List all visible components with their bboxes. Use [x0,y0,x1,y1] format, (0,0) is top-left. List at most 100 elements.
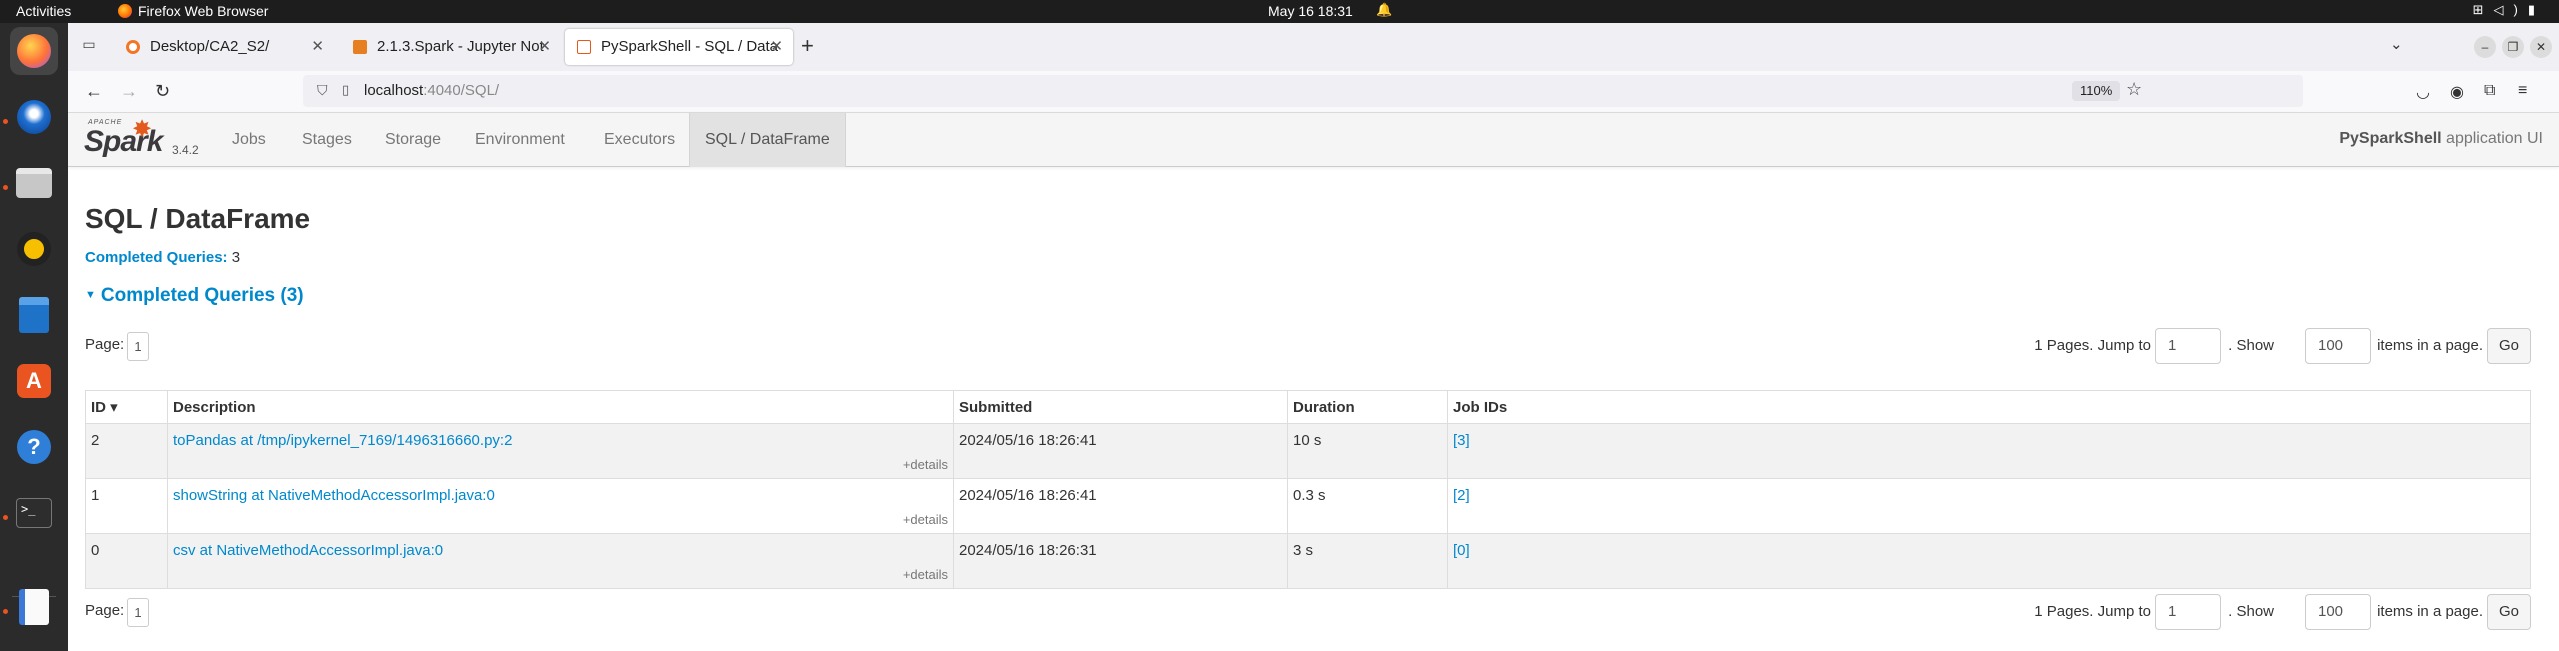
col-job-ids[interactable]: Job IDs [1447,390,2531,424]
extensions-icon[interactable]: ⧉ [2484,82,2495,100]
battery-icon: ▮ [2527,2,2545,17]
close-tab-icon[interactable]: ✕ [770,37,783,55]
cell-description: csv at NativeMethodAccessorImpl.java:0 +d… [167,533,954,589]
close-window-icon[interactable]: ✕ [2530,36,2552,58]
tab-jupyter-notebook[interactable]: 2.1.3.Spark - Jupyter Not ✕ [341,29,561,65]
clock[interactable]: May 16 18:31 [1268,3,1353,19]
notification-bell-icon: 🔔 [1376,2,1393,17]
cell-duration: 3 s [1287,533,1448,589]
close-tab-icon[interactable]: ✕ [538,37,551,55]
job-id-link[interactable]: [0] [1453,542,1470,559]
close-tab-icon[interactable]: ✕ [311,37,324,55]
network-icon: ⊞ [2472,2,2494,17]
zoom-level[interactable]: 110% [2072,81,2121,101]
tab-pysparkshell[interactable]: PySparkShell - SQL / Data ✕ [565,29,793,65]
col-submitted[interactable]: Submitted [953,390,1288,424]
app-center-dock-icon[interactable]: A [10,357,58,405]
bookmark-star-icon[interactable]: ☆ [2126,79,2142,100]
cell-job-ids: [3] [1447,423,2531,479]
files-dock-icon[interactable] [10,159,58,207]
rhythmbox-icon [17,232,51,266]
page-size-input[interactable]: 100 [2305,594,2371,630]
tab-desktop[interactable]: Desktop/CA2_S2/ ✕ [114,29,334,65]
col-description[interactable]: Description [167,390,954,424]
col-duration[interactable]: Duration [1287,390,1448,424]
firefox-view-icon[interactable]: ▭ [78,36,100,58]
files-icon [16,168,52,198]
notebook-favicon-icon [353,40,367,54]
new-tab-icon[interactable]: + [801,33,814,59]
page-info-icon[interactable]: ▯ [342,82,349,98]
details-toggle[interactable]: +details [903,567,948,582]
page-size-input[interactable]: 100 [2305,328,2371,364]
cell-job-ids: [2] [1447,478,2531,534]
page-number-button[interactable]: 1 [127,598,149,627]
job-id-link[interactable]: [2] [1453,487,1470,504]
tracking-shield-icon[interactable]: ⛉ [317,82,328,99]
col-id[interactable]: ID ▾ [85,390,168,424]
activities-button[interactable]: Activities [16,3,71,19]
description-link[interactable]: showString at NativeMethodAccessorImpl.j… [173,487,495,504]
jump-to-input[interactable]: 1 [2155,594,2221,630]
firefox-icon [17,34,51,68]
writer-dock-icon[interactable] [10,291,58,339]
jump-to-input[interactable]: 1 [2155,328,2221,364]
account-icon[interactable]: ◉ [2450,82,2464,102]
spark-logo[interactable]: APACHE Spark ✸ [84,116,174,163]
pocket-icon[interactable]: ◡ [2416,82,2430,102]
reload-icon[interactable]: ↻ [155,81,170,102]
go-button[interactable]: Go [2487,594,2531,630]
help-dock-icon[interactable]: ? [10,423,58,471]
nav-jobs[interactable]: Jobs [217,113,281,167]
pager-bottom: Page: 1 1 Pages. Jump to 1 . Show 100 it… [85,594,2531,630]
restore-icon[interactable]: ❐ [2502,36,2524,58]
tab-bar: ▭ Desktop/CA2_S2/ ✕ 2.1.3.Spark - Jupyte… [68,23,2559,71]
completed-count: 3 [231,249,241,266]
table-header-row: ID ▾ Description Submitted Duration Job … [85,390,2531,424]
app-center-icon: A [17,364,51,398]
details-toggle[interactable]: +details [903,457,948,472]
list-all-tabs-icon[interactable]: ⌄ [2390,35,2403,53]
tab-label: Desktop/CA2_S2/ [150,38,270,55]
terminal-dock-icon[interactable]: >_ [10,489,58,537]
items-text: items in a page. [2377,337,2483,354]
nav-executors[interactable]: Executors [589,113,690,167]
page-number-button[interactable]: 1 [127,332,149,361]
pager-top: Page: 1 1 Pages. Jump to 1 . Show 100 it… [85,328,2531,364]
show-text: . Show [2228,337,2274,354]
rhythmbox-dock-icon[interactable] [10,225,58,273]
nav-sql-dataframe[interactable]: SQL / DataFrame [689,113,846,167]
firefox-window: ▭ Desktop/CA2_S2/ ✕ 2.1.3.Spark - Jupyte… [68,23,2559,651]
page-label: Page: [85,602,125,619]
menu-icon[interactable]: ≡ [2518,82,2527,100]
minimize-icon[interactable]: – [2474,36,2496,58]
show-text: . Show [2228,603,2274,620]
nav-toolbar: ← → ↻ ⛉ ▯ localhost:4040/SQL/ 110% ☆ ◡ ◉… [68,71,2559,113]
forward-icon[interactable]: → [120,81,138,102]
cell-submitted: 2024/05/16 18:26:41 [953,423,1288,479]
description-link[interactable]: csv at NativeMethodAccessorImpl.java:0 [173,542,443,559]
details-toggle[interactable]: +details [903,512,948,527]
completed-label[interactable]: Completed Queries: [85,249,228,266]
spark-star-icon: ✸ [132,116,153,143]
system-tray[interactable]: ⊞◁)▮ [2473,2,2545,18]
nav-stages[interactable]: Stages [287,113,367,167]
back-icon[interactable]: ← [85,81,103,102]
url-text[interactable]: localhost:4040/SQL/ [364,82,499,99]
nav-storage[interactable]: Storage [370,113,456,167]
thunderbird-icon [17,100,51,134]
app-menu[interactable]: Firefox Web Browser [118,3,268,19]
job-id-link[interactable]: [3] [1453,432,1470,449]
firefox-dock-icon[interactable] [10,27,58,75]
thunderbird-dock-icon[interactable] [10,93,58,141]
go-button[interactable]: Go [2487,328,2531,364]
pages-text: 1 Pages. Jump to [2034,603,2151,620]
nav-environment[interactable]: Environment [460,113,580,167]
completed-queries-toggle[interactable]: ▼ Completed Queries (3) [85,285,304,307]
cell-job-ids: [0] [1447,533,2531,589]
description-link[interactable]: toPandas at /tmp/ipykernel_7169/14963166… [173,432,512,449]
text-editor-dock-icon[interactable] [10,583,58,631]
dock: A ? >_ [0,23,68,651]
terminal-icon: >_ [16,498,52,528]
address-bar[interactable]: ⛉ ▯ localhost:4040/SQL/ 110% ☆ [303,75,2303,107]
